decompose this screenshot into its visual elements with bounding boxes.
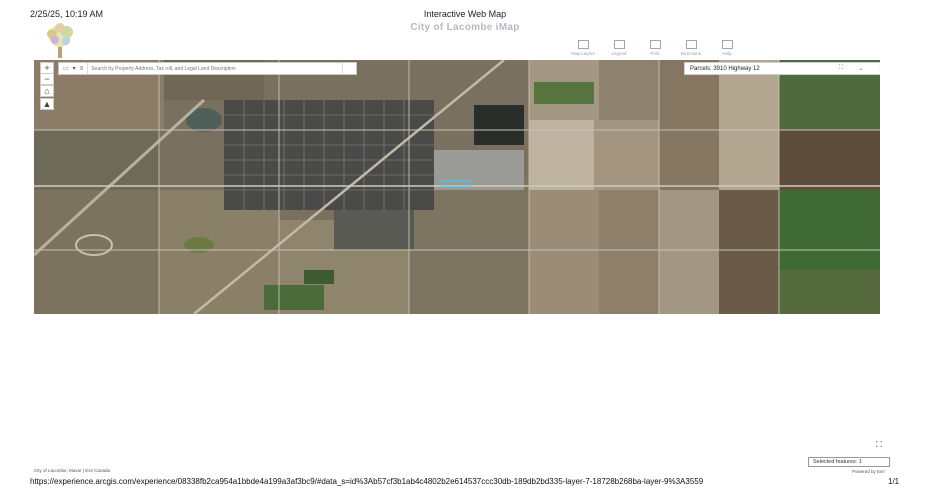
filter-icon: ≡ (79, 65, 84, 72)
top-toolbar: Map Layers Legend Print Directions Help (570, 40, 740, 56)
selected-features-button[interactable]: Selected features: 1 (808, 457, 890, 467)
page-url: https://experience.arcgis.com/experience… (30, 477, 704, 486)
popup-title: Parcels: 3910 Highway 12 (690, 65, 760, 72)
powered-by[interactable]: Powered by Esri (852, 469, 885, 474)
directions-icon (685, 40, 697, 49)
popup-zoom-icon[interactable]: ⛶ (831, 65, 851, 72)
print-icon (649, 40, 661, 49)
legend-button[interactable]: Legend (606, 40, 632, 56)
popup-close-icon[interactable]: × (871, 66, 880, 72)
locate-button[interactable]: ▲ (40, 98, 54, 110)
search-submit-button[interactable] (342, 63, 357, 74)
layers-icon (577, 40, 589, 49)
help-icon (721, 40, 733, 49)
print-title: Interactive Web Map (423, 9, 507, 19)
chevron-down-icon: ▾ (72, 66, 76, 72)
map-credits: City of Lacombe, Maxar | Esri Canada (34, 468, 110, 473)
home-icon: ⌂ (44, 86, 50, 96)
popup-collapse-icon[interactable]: ⌄ (851, 65, 871, 72)
zoom-out-button[interactable]: − (40, 73, 54, 85)
legend-icon (613, 40, 625, 49)
compass-icon: ▲ (42, 99, 52, 109)
search-bar: ▭ ▾ ≡ (58, 62, 358, 75)
satellite-imagery (34, 60, 880, 314)
map-view[interactable]: + − ⌂ ▲ ▭ ▾ ≡ Parcels: 3910 Highway 12 ⛶… (34, 60, 880, 314)
search-input[interactable] (88, 63, 343, 74)
print-button[interactable]: Print (642, 40, 668, 56)
page-number: 1/1 (888, 477, 900, 486)
draw-tool-icon: ▭ (63, 66, 69, 72)
feature-popup: Parcels: 3910 Highway 12 ⛶ ⌄ × (684, 62, 880, 75)
app-title: City of Lacombe iMap (410, 22, 520, 33)
expand-icon[interactable]: ⛶ (876, 440, 882, 450)
home-button[interactable]: ⌂ (40, 85, 54, 97)
directions-button[interactable]: Directions (678, 40, 704, 56)
search-source-selector[interactable]: ▭ ▾ ≡ (59, 63, 89, 74)
help-button[interactable]: Help (714, 40, 740, 56)
map-layers-button[interactable]: Map Layers (570, 40, 596, 56)
